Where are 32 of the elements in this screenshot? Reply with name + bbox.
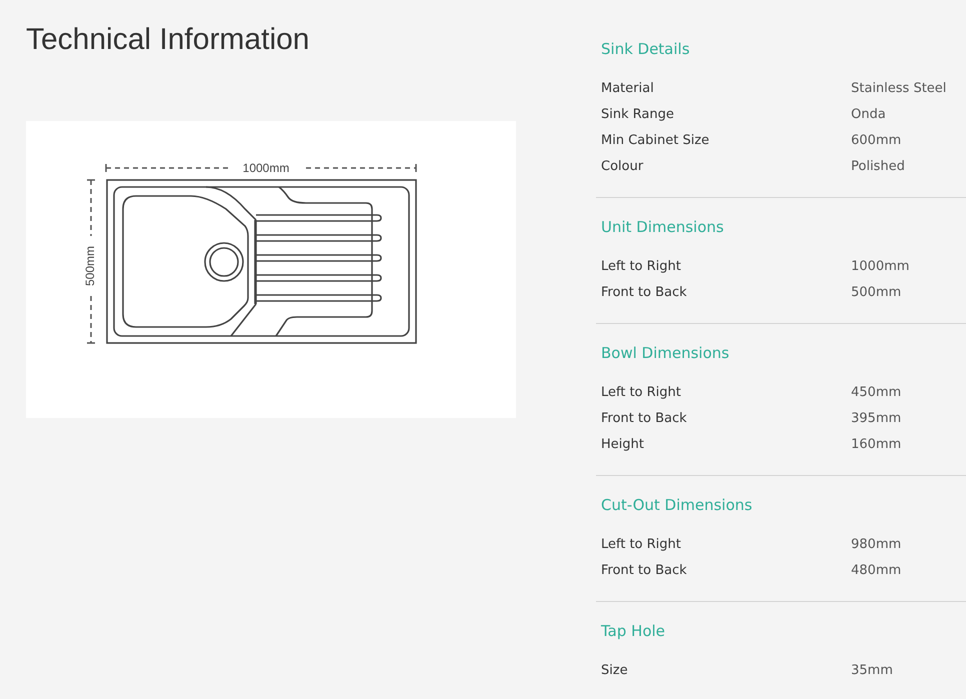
spec-value: Stainless Steel: [851, 80, 946, 96]
spec-label: Left to Right: [601, 536, 682, 552]
spec-value: 980mm: [851, 536, 902, 552]
spec-label: Size: [601, 662, 629, 678]
section-heading: Tap Hole: [601, 621, 666, 642]
dimension-label: 1000mm: [242, 161, 290, 175]
spec-label: Front to Back: [601, 562, 688, 578]
dimension-label: 500mm: [83, 246, 97, 286]
spec-value: Polished: [851, 158, 905, 174]
section-heading: Unit Dimensions: [601, 217, 725, 238]
spec-label: Front to Back: [601, 284, 688, 300]
spec-label: Left to Right: [601, 384, 682, 400]
spec-label: Left to Right: [601, 258, 682, 274]
spec-value: 600mm: [851, 132, 902, 148]
spec-label: Height: [601, 436, 645, 452]
spec-value: 500mm: [851, 284, 902, 300]
spec-label: Colour: [601, 158, 644, 174]
section-heading: Bowl Dimensions: [601, 343, 730, 364]
page-title: Technical Information: [26, 22, 310, 58]
spec-value: 1000mm: [851, 258, 910, 274]
spec-label: Sink Range: [601, 106, 675, 122]
spec-value: Onda: [851, 106, 886, 122]
spec-value: 450mm: [851, 384, 902, 400]
section-heading: Sink Details: [601, 39, 691, 60]
spec-value: 35mm: [851, 662, 893, 678]
spec-label: Material: [601, 80, 655, 96]
spec-label: Min Cabinet Size: [601, 132, 710, 148]
spec-label: Front to Back: [601, 410, 688, 426]
spec-value: 395mm: [851, 410, 902, 426]
spec-value: 160mm: [851, 436, 902, 452]
section-heading: Cut-Out Dimensions: [601, 495, 754, 516]
spec-value: 480mm: [851, 562, 902, 578]
